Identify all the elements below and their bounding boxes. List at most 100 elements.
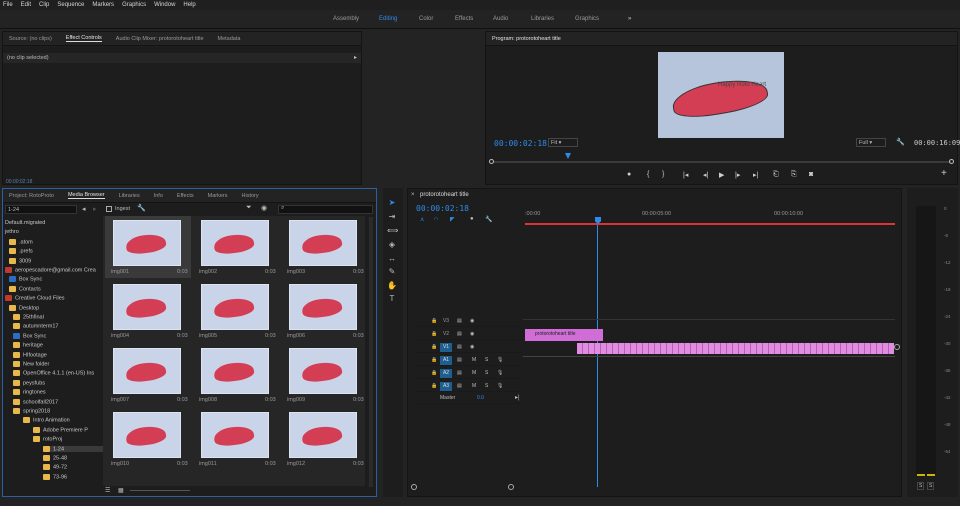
menu-markers[interactable]: Markers	[92, 2, 114, 8]
tree-item[interactable]: 3009	[9, 257, 31, 264]
tree-item[interactable]: HIfootage	[13, 351, 47, 358]
sync-lock-icon[interactable]: ▤	[457, 331, 462, 337]
fit-dropdown[interactable]: Fit ▾	[548, 138, 578, 147]
track-target-toggle[interactable]: A1	[440, 356, 452, 365]
back-arrow-icon[interactable]: ◂	[82, 205, 86, 213]
tree-item[interactable]: 25-48	[43, 455, 67, 461]
view-icon[interactable]: ◉	[261, 204, 267, 212]
mute-button[interactable]: M	[472, 370, 476, 376]
work-area-bar[interactable]	[525, 223, 895, 225]
tree-item[interactable]: heritage	[13, 342, 43, 349]
tree-item[interactable]: 49-72	[43, 464, 67, 471]
tree-item[interactable]: OpenOffice 4.1.1 (en-US) Ins	[13, 370, 94, 377]
play-icon[interactable]: ▶	[719, 171, 724, 179]
add-marker-tl-icon[interactable]: ◤	[450, 216, 455, 223]
tl-scroll-right[interactable]	[508, 484, 514, 490]
thumbnail-item[interactable]: img006 0:03	[281, 280, 365, 342]
thumbnail-item[interactable]: img001 0:03	[105, 216, 191, 278]
tree-item[interactable]: jethro	[5, 229, 19, 235]
lift-icon[interactable]: ⎗	[773, 171, 779, 179]
tree-item[interactable]: rotoProj	[33, 436, 62, 443]
master-go-icon[interactable]: ▸|	[515, 394, 520, 401]
thumbnail-item[interactable]: img011 0:03	[193, 408, 279, 470]
tree-item[interactable]: Desktop	[9, 304, 39, 311]
lock-icon[interactable]: 🔒	[431, 370, 437, 376]
tree-item[interactable]: .prefs	[9, 248, 33, 255]
solo-left-button[interactable]: S	[917, 482, 925, 490]
track-select-tool-icon[interactable]: ⇥	[387, 212, 397, 222]
extract-icon[interactable]: ⎘	[791, 171, 797, 179]
menu-edit[interactable]: Edit	[21, 2, 31, 8]
tab-effects[interactable]: Effects	[177, 193, 194, 199]
tree-item[interactable]: ringtones	[13, 389, 46, 396]
ws-effects[interactable]: Effects	[455, 16, 473, 22]
menu-file[interactable]: File	[3, 2, 13, 8]
selection-tool-icon[interactable]: ➤	[387, 198, 397, 208]
slip-tool-icon[interactable]: ↔	[387, 254, 397, 264]
go-to-in-icon[interactable]: |◂	[683, 171, 688, 179]
tree-item[interactable]: schoolfall2017	[13, 398, 58, 405]
tree-item[interactable]: Contacts	[9, 285, 41, 292]
thumbnail-item[interactable]: img002 0:03	[193, 216, 279, 278]
icon-view-icon[interactable]: ▦	[118, 487, 124, 494]
search-input[interactable]	[278, 205, 373, 214]
solo-button[interactable]: S	[485, 383, 488, 389]
snap-icon[interactable]: ⋏	[420, 216, 424, 223]
tab-project[interactable]: Project: RotoProto	[9, 193, 54, 199]
camera-icon[interactable]: ◙	[809, 171, 813, 178]
menu-sequence[interactable]: Sequence	[57, 2, 84, 8]
list-view-icon[interactable]: ☰	[105, 487, 110, 494]
wrench-icon[interactable]: 🔧	[896, 138, 905, 146]
menu-clip[interactable]: Clip	[39, 2, 49, 8]
thumbnail-item[interactable]: img009 0:03	[281, 344, 365, 406]
lock-icon[interactable]: 🔒	[431, 357, 437, 363]
ws-libraries[interactable]: Libraries	[531, 16, 554, 22]
lock-icon[interactable]: 🔒	[431, 383, 437, 389]
track-target-toggle[interactable]: V3	[440, 317, 452, 326]
thumbnail-item[interactable]: img012 0:03	[281, 408, 365, 470]
tree-item[interactable]: peysfubs	[13, 379, 45, 386]
tree-item[interactable]: autumnterm17	[13, 323, 58, 330]
tree-item[interactable]: Creative Cloud Files	[5, 295, 65, 302]
thumbnail-item[interactable]: img003 0:03	[281, 216, 365, 278]
solo-button[interactable]: S	[485, 357, 488, 363]
razor-tool-icon[interactable]: ◈	[387, 240, 397, 250]
tree-item[interactable]: New folder	[13, 361, 49, 367]
ws-editing[interactable]: Editing	[379, 16, 397, 22]
sync-lock-icon[interactable]: ▤	[457, 344, 462, 350]
lock-icon[interactable]: 🔒	[431, 344, 437, 350]
linked-select-icon[interactable]: ∩	[434, 216, 438, 222]
program-title[interactable]: Program: protorotoheart title	[492, 36, 561, 42]
track-target-toggle[interactable]: A2	[440, 369, 452, 378]
solo-right-button[interactable]: S	[927, 482, 935, 490]
sync-lock-icon[interactable]: ▤	[457, 318, 462, 324]
tree-item[interactable]: 73-96	[43, 473, 67, 480]
thumbnail-item[interactable]: img007 0:03	[105, 344, 191, 406]
tree-item[interactable]: Box Sync	[9, 276, 42, 283]
step-forward-icon[interactable]: |▸	[735, 171, 740, 179]
thumbnail-item[interactable]: img004 0:03	[105, 280, 191, 342]
mute-button[interactable]: M	[472, 383, 476, 389]
sync-lock-icon[interactable]: ▤	[457, 370, 462, 376]
tree-item[interactable]: aeropescadore@gmail.com Crea	[5, 267, 96, 273]
solo-button[interactable]: S	[485, 370, 488, 376]
tree-item[interactable]: 1-24	[43, 445, 103, 453]
tree-item[interactable]: Default.migrated	[5, 220, 45, 226]
sync-lock-icon[interactable]: ▤	[457, 357, 462, 363]
eye-icon[interactable]: ◉	[470, 344, 474, 350]
forward-arrow-icon[interactable]: ▸	[93, 205, 97, 213]
track-target-toggle[interactable]: V2	[440, 330, 452, 339]
title-clip[interactable]: protorotoheart title	[525, 329, 603, 341]
track-target-toggle[interactable]: V1	[440, 343, 452, 352]
tree-item[interactable]: 25thfinal	[13, 314, 44, 320]
eye-icon[interactable]: ◉	[470, 331, 474, 337]
tree-item[interactable]: .atom	[9, 238, 33, 245]
mark-out-icon[interactable]: }	[662, 171, 664, 178]
ws-graphics[interactable]: Graphics	[575, 16, 599, 22]
image-sequence-clips[interactable]	[577, 343, 894, 354]
tab-history[interactable]: History	[242, 193, 259, 199]
mic-icon[interactable]: 🎙	[497, 383, 503, 389]
add-button-icon[interactable]: +	[941, 168, 947, 179]
lock-icon[interactable]: 🔒	[431, 318, 437, 324]
play-only-icon[interactable]: ▸	[354, 54, 357, 61]
